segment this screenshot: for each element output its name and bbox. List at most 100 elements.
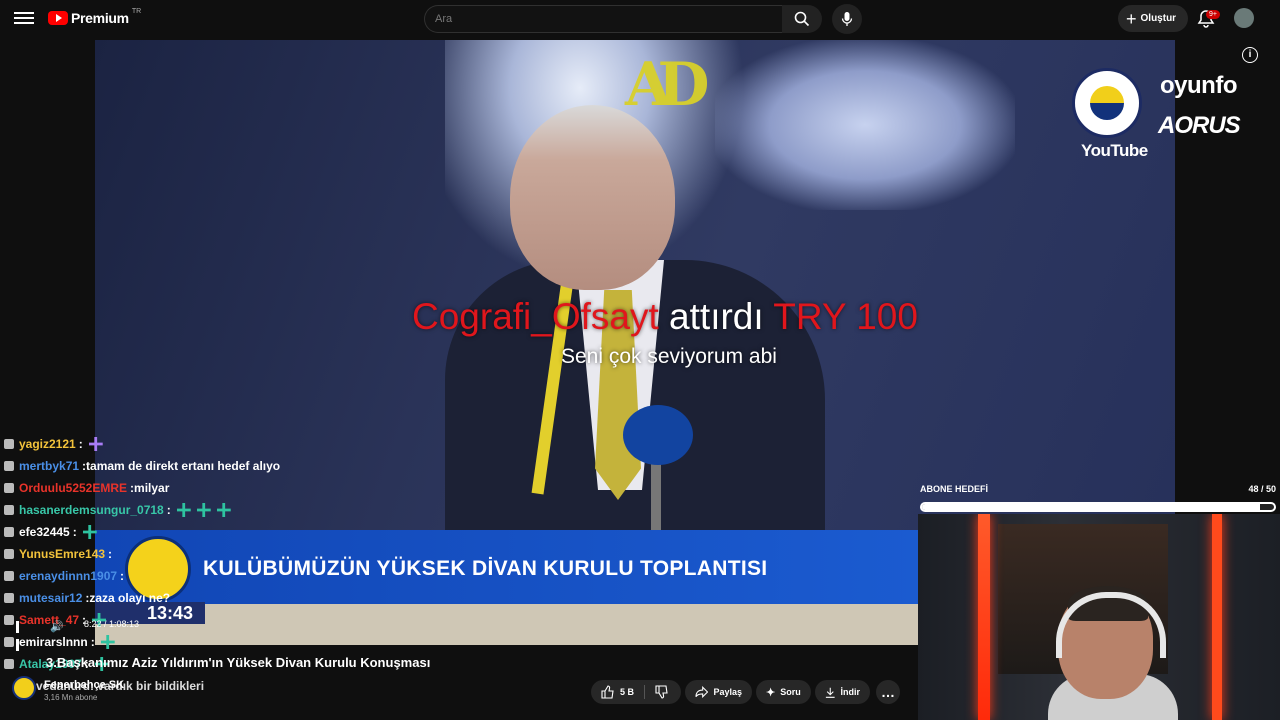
sponsor-ad-logo: AD [625,50,710,120]
ask-button[interactable]: ✦ Soru [756,680,811,704]
chat-message: efe32445: [4,521,444,543]
chat-emote-icon [216,503,231,517]
chat-username: emirarslnnn [19,635,88,649]
search-box [424,5,783,33]
subscriber-goal: ABONE HEDEFİ 48 / 50 [920,482,1280,514]
chat-badge-icon [4,483,14,493]
chat-username: erenaydinnn1907 [19,569,118,583]
donation-username: Cografi_Ofsayt [412,296,659,337]
chat-username: yagiz2121 [19,437,76,451]
voice-search-button[interactable] [832,4,862,34]
webcam-overlay [918,514,1280,720]
time-display: 8:22 / 1:08:13 [84,619,140,629]
chat-colon: : [166,503,171,517]
goal-count: 48 / 50 [1248,484,1276,494]
chat-message: Orduulu5252EMRE: milyar [4,477,444,499]
chat-badge-icon [4,571,14,581]
goal-progress-fill [922,504,1260,510]
chat-username: efe32445 [19,525,70,539]
download-icon [825,687,835,698]
download-button[interactable]: İndir [815,680,870,704]
chat-emote-icon [196,503,211,517]
chat-badge-icon [4,593,14,603]
donation-alert: Cografi_Ofsayt attırdı TRY 100 [412,296,918,338]
led-strip-left [978,514,990,720]
logo-region: TR [131,7,142,15]
chat-message: Samett_47: [4,609,444,631]
chat-text: zaza olayı ne? [89,591,171,605]
volume-icon[interactable]: 🔊 [50,620,64,633]
share-label: Paylaş [713,687,742,697]
like-dislike-group: 5 B [591,680,681,704]
sponsor-oyunfor-logo: oyunfo [1160,72,1237,99]
info-icon[interactable]: i [1242,47,1258,63]
like-separator [644,685,646,699]
chat-badge-icon [4,549,14,559]
overlay-chat-last-line: vedanurd: vardık bir bildikleri [36,679,205,693]
chat-message: YunusEmre143: [4,543,444,565]
chat-colon: : [108,547,113,561]
led-strip-right [1212,514,1222,720]
sparkle-icon: ✦ [766,686,776,699]
chat-badge-icon [4,505,14,515]
top-bar: Premium TR + Oluştur 9+ [0,0,1280,38]
microphone-windscreen [623,405,693,465]
chat-emote-icon [176,503,191,517]
chat-colon: : [120,569,125,583]
fenerbahce-crest-icon [1072,68,1142,138]
chat-badge-icon [4,637,14,647]
channel-avatar[interactable] [12,676,36,700]
sponsor-youtube-label: YouTube [1081,141,1148,160]
chat-message: yagiz2121: [4,433,444,455]
share-button[interactable]: Paylaş [685,680,752,704]
chat-username: Orduulu5252EMRE [19,481,128,495]
like-count[interactable]: 5 B [620,687,634,697]
chat-colon: : [90,635,95,649]
chat-message: erenaydinnn1907: [4,565,444,587]
chat-colon: : [78,437,83,451]
ask-label: Soru [780,687,801,697]
donation-message: Seni çok seviyorum abi [561,345,777,368]
share-icon [695,686,709,698]
chat-message: mutesair12: zaza olayı ne? [4,587,444,609]
chat-emote-icon [82,525,97,539]
more-actions-button[interactable]: … [876,680,900,704]
speaker-head [510,105,675,290]
microphone-icon [841,12,853,26]
account-avatar[interactable] [1234,8,1254,28]
chat-message: hasanerdemsungur_0718: [4,499,444,521]
chat-colon: : [72,525,77,539]
thumbs-down-icon[interactable] [655,685,669,699]
chat-text: milyar [134,481,170,495]
chat-emote-icon [100,635,115,649]
chat-badge-icon [4,527,14,537]
chat-text: tamam de direkt ertanı hedef alıyo [86,459,281,473]
chat-username: mertbyk71 [19,459,80,473]
chat-overlay: yagiz2121: mertbyk71: tamam de direkt er… [4,433,444,675]
chat-emote-icon [88,437,103,451]
youtube-logo[interactable]: Premium TR [48,7,142,26]
screen-glow [715,40,1015,210]
menu-icon[interactable] [14,9,34,29]
chat-username: mutesair12 [19,591,83,605]
search-button[interactable] [782,5,822,33]
notifications-badge: 9+ [1206,10,1220,19]
search-input[interactable] [425,6,775,32]
chat-username: YunusEmre143 [19,547,106,561]
video-title: 3.Başkanımız Aziz Yıldırım'ın Yüksek Div… [46,655,431,670]
create-button[interactable]: + Oluştur [1118,5,1189,32]
donation-verb: attırdı [658,296,774,337]
thumbs-up-icon[interactable] [601,685,615,699]
goal-label: ABONE HEDEFİ [920,484,989,494]
chat-message: mertbyk71: tamam de direkt ertanı hedef … [4,455,444,477]
more-icon: … [881,684,895,700]
chat-badge-icon [4,439,14,449]
chat-badge-icon [4,615,14,625]
youtube-play-icon [48,11,68,25]
channel-subscribers: 3,16 Mn abone [44,693,98,702]
plus-icon: + [1126,8,1137,29]
pause-icon[interactable] [16,620,26,651]
donation-amount: TRY 100 [773,296,918,337]
create-label: Oluştur [1140,13,1177,24]
chat-username: hasanerdemsungur_0718 [19,503,164,517]
